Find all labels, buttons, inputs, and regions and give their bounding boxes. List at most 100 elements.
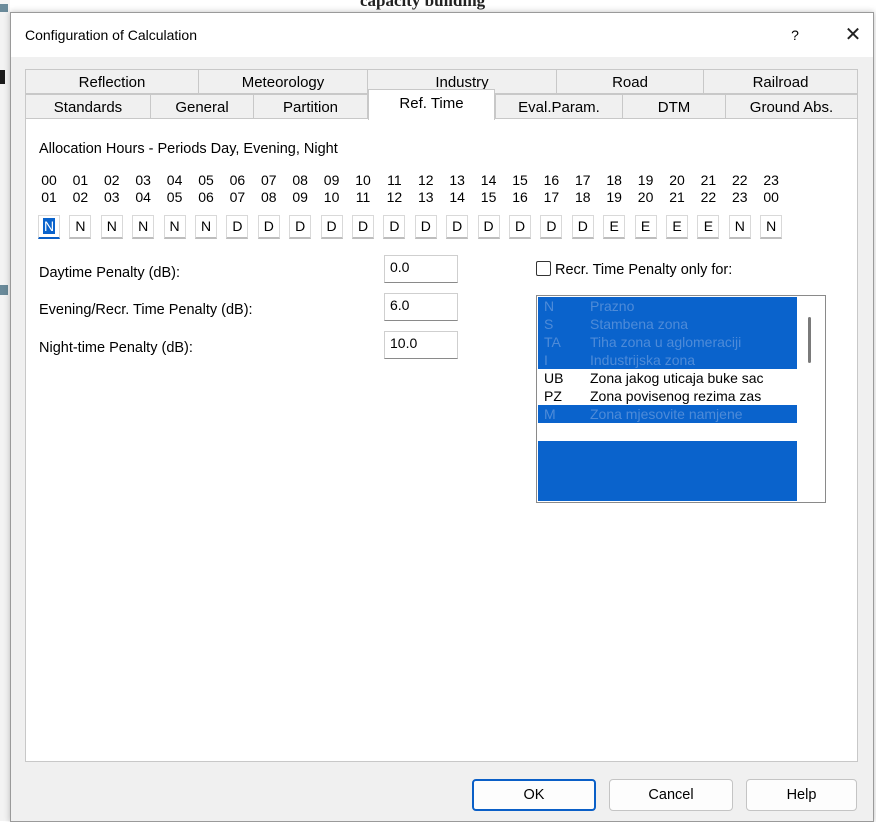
- hour-to-label: 06: [198, 189, 214, 205]
- hour-from-label: 14: [480, 172, 497, 188]
- period-select-hour-03[interactable]: N: [132, 215, 155, 239]
- period-value: E: [703, 218, 714, 234]
- period-select-hour-14[interactable]: D: [477, 215, 500, 239]
- period-value: N: [42, 218, 56, 234]
- zone-description: Industrijska zona: [590, 352, 696, 368]
- zone-description: Zona povisenog rezima zas: [590, 388, 762, 404]
- zone-code: S: [544, 316, 554, 332]
- scrollbar-thumb[interactable]: [808, 317, 811, 363]
- tab-road[interactable]: Road: [556, 69, 704, 94]
- night-penalty-label: Night-time Penalty (dB):: [39, 340, 193, 356]
- ok-button[interactable]: OK: [472, 779, 596, 811]
- evening-penalty-input[interactable]: 6.0: [384, 293, 458, 321]
- period-select-hour-04[interactable]: N: [163, 215, 186, 239]
- help-button[interactable]: Help: [746, 779, 857, 811]
- hour-from-label: 09: [323, 172, 340, 188]
- background-mark: [0, 70, 5, 84]
- period-select-hour-21[interactable]: E: [697, 215, 720, 239]
- period-select-hour-00[interactable]: N: [38, 215, 60, 239]
- zone-description: Tiha zona u aglomeraciji: [590, 334, 742, 350]
- zone-list-item[interactable]: TA Tiha zona u aglomeraciji: [538, 333, 797, 351]
- period-value: D: [263, 218, 274, 234]
- tab-dtm[interactable]: DTM: [622, 94, 726, 119]
- recr-time-penalty-label: Recr. Time Penalty only for:: [555, 262, 733, 278]
- zone-code: M: [544, 406, 556, 422]
- period-value: D: [295, 218, 306, 234]
- period-select-hour-17[interactable]: D: [571, 215, 594, 239]
- period-select-hour-13[interactable]: D: [446, 215, 469, 239]
- period-select-hour-05[interactable]: N: [195, 215, 217, 239]
- tab-partition[interactable]: Partition: [253, 94, 368, 119]
- zone-code: PZ: [544, 388, 562, 404]
- tab-reflection[interactable]: Reflection: [25, 69, 199, 94]
- period-select-hour-06[interactable]: D: [226, 215, 249, 239]
- period-select-hour-10[interactable]: D: [352, 215, 374, 239]
- period-select-hour-09[interactable]: D: [320, 215, 343, 239]
- zone-list-item[interactable]: S Stambena zona: [538, 315, 797, 333]
- hour-to-label: 20: [637, 189, 654, 205]
- cancel-button[interactable]: Cancel: [609, 779, 733, 811]
- hour-from-label: 17: [575, 172, 591, 188]
- period-value: E: [672, 218, 682, 234]
- hour-to-label: 04: [135, 189, 151, 205]
- tab-meteorology[interactable]: Meteorology: [198, 69, 368, 94]
- configuration-dialog: Configuration of Calculation ? ✕ Reflect…: [10, 12, 874, 822]
- period-select-hour-20[interactable]: E: [666, 215, 688, 239]
- zone-code: N: [544, 298, 555, 314]
- hour-from-label: 11: [387, 172, 402, 188]
- period-select-hour-11[interactable]: D: [383, 215, 406, 239]
- period-select-hour-15[interactable]: D: [509, 215, 531, 239]
- evening-penalty-label: Evening/Recr. Time Penalty (dB):: [39, 302, 253, 318]
- dialog-titlebar: Configuration of Calculation ? ✕: [11, 13, 873, 57]
- zone-list-scrollbar[interactable]: [797, 297, 824, 501]
- zone-list-item[interactable]: M Zona mjesovite namjene: [538, 405, 797, 423]
- help-question-icon[interactable]: ?: [781, 22, 809, 48]
- hour-from-label: 02: [104, 172, 120, 188]
- period-select-hour-12[interactable]: D: [414, 215, 437, 239]
- period-select-hour-07[interactable]: D: [257, 215, 280, 239]
- ref-time-panel: Allocation Hours - Periods Day, Evening,…: [25, 118, 858, 762]
- tab-ground-abs[interactable]: Ground Abs.: [725, 94, 858, 119]
- tab-railroad[interactable]: Railroad: [703, 69, 858, 94]
- zone-list-item[interactable]: PZ Zona povisenog rezima zas: [538, 387, 797, 405]
- zone-description: Stambena zona: [590, 316, 689, 332]
- zone-description: Prazno: [590, 298, 635, 314]
- hour-from-label: 04: [166, 172, 183, 188]
- zone-listbox[interactable]: N Prazno S Stambena zona TA Tiha zona u aglom…: [536, 295, 826, 503]
- period-select-hour-19[interactable]: E: [634, 215, 657, 239]
- zone-list-item[interactable]: I Industrijska zona: [538, 351, 797, 369]
- period-value: D: [514, 218, 526, 234]
- zone-list-item[interactable]: UB Zona jakog uticaja buke sac: [538, 369, 797, 387]
- period-select-hour-22[interactable]: N: [728, 215, 751, 239]
- zone-description: Zona jakog uticaja buke sac: [590, 370, 764, 386]
- recr-time-penalty-checkbox[interactable]: [536, 261, 551, 276]
- period-value: N: [138, 218, 149, 234]
- period-select-hour-02[interactable]: N: [100, 215, 123, 239]
- hour-from-label: 06: [229, 172, 246, 188]
- period-value: D: [232, 218, 243, 234]
- zone-list-item[interactable]: N Prazno: [538, 297, 797, 315]
- tab-general[interactable]: General: [150, 94, 254, 119]
- background-mark: [0, 285, 8, 295]
- close-icon[interactable]: ✕: [839, 21, 867, 49]
- tab-ref-time[interactable]: Ref. Time: [368, 89, 495, 120]
- period-value: D: [452, 218, 463, 234]
- hour-from-label: 05: [198, 172, 214, 188]
- period-select-hour-18[interactable]: E: [603, 215, 626, 239]
- hour-from-label: 23: [763, 172, 779, 188]
- night-penalty-input[interactable]: 10.0: [384, 331, 458, 359]
- recr-time-penalty-checkbox-row[interactable]: Recr. Time Penalty only for:: [536, 261, 732, 278]
- hour-to-label: 05: [166, 189, 183, 205]
- period-value: D: [357, 218, 369, 234]
- period-value: E: [609, 218, 619, 234]
- daytime-penalty-input[interactable]: 0.0: [384, 255, 458, 283]
- period-select-hour-01[interactable]: N: [69, 215, 92, 239]
- period-select-hour-08[interactable]: D: [289, 215, 312, 239]
- hour-to-label: 12: [386, 189, 403, 205]
- period-value: E: [640, 218, 651, 234]
- tab-eval-param[interactable]: Eval.Param.: [495, 94, 623, 119]
- period-value: N: [200, 218, 212, 234]
- tab-standards[interactable]: Standards: [25, 94, 151, 119]
- period-select-hour-23[interactable]: N: [760, 215, 783, 239]
- period-select-hour-16[interactable]: D: [540, 215, 563, 239]
